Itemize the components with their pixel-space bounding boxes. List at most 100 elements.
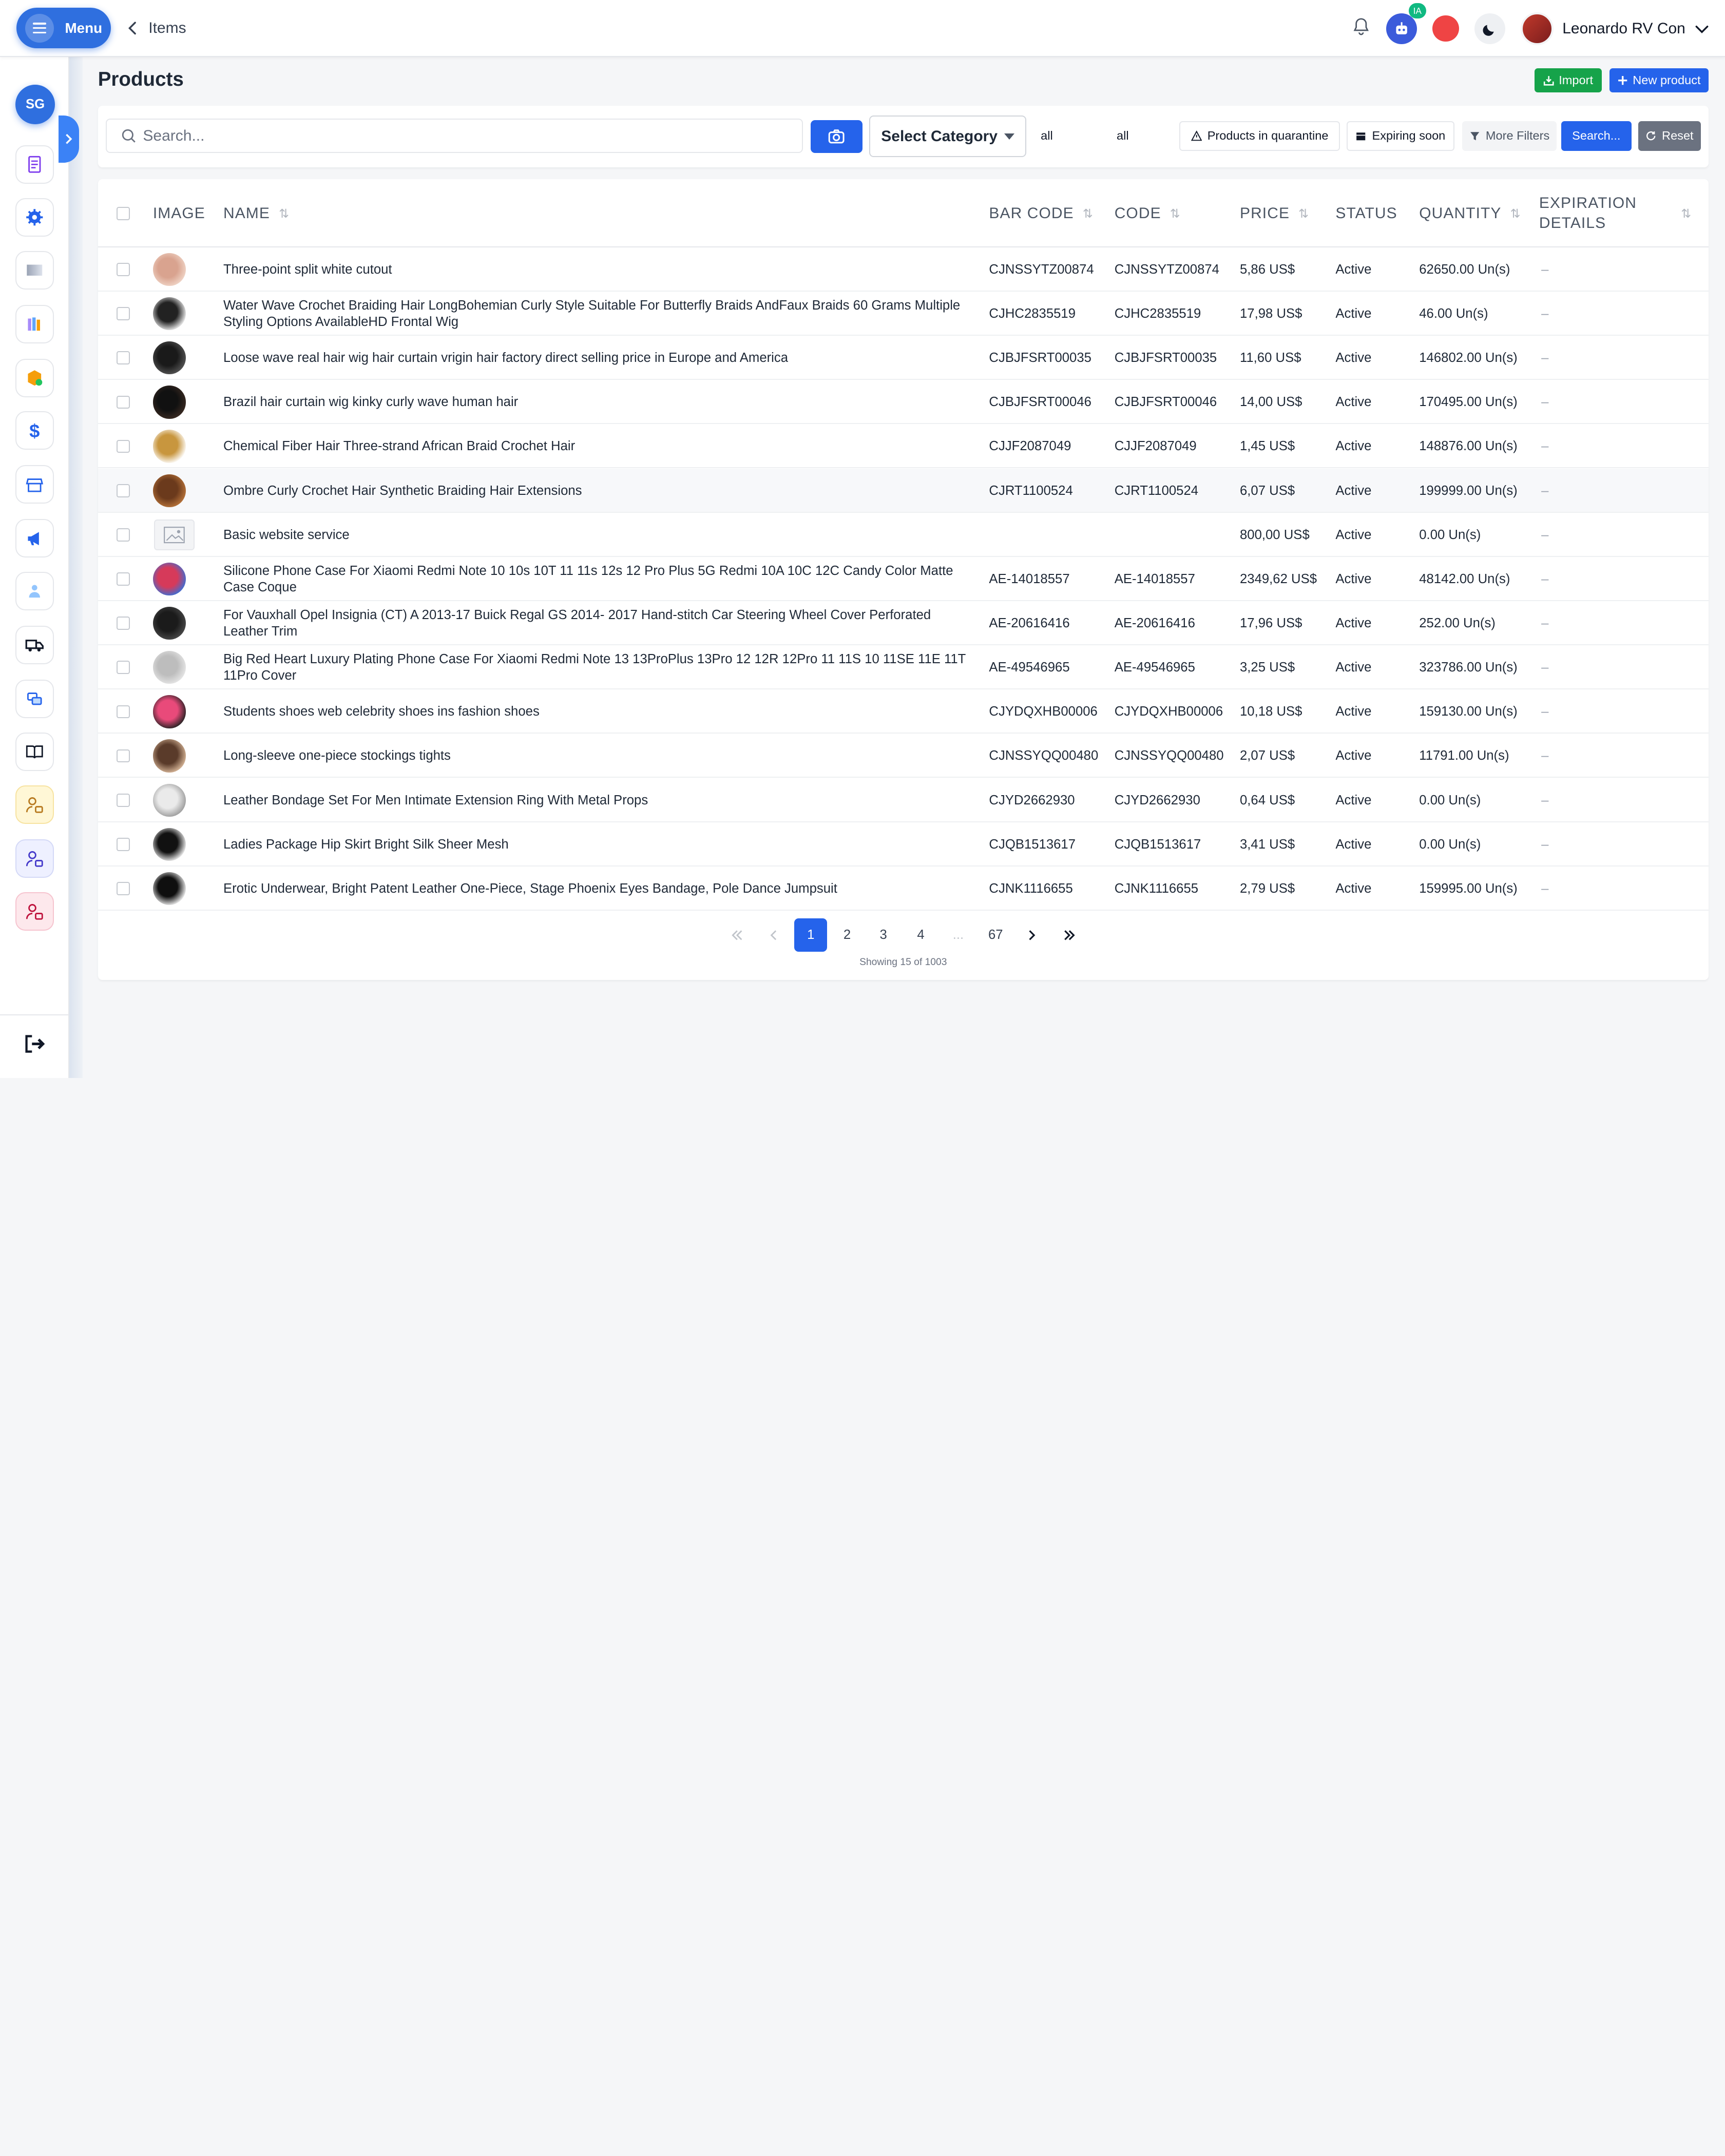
col-expiration-sort[interactable]: ⇅	[1681, 179, 1692, 247]
filter-all-1[interactable]: all	[1041, 129, 1053, 143]
back-link[interactable]: Items	[126, 20, 186, 37]
product-thumbnail[interactable]	[152, 651, 186, 684]
import-button[interactable]: Import	[1535, 68, 1602, 92]
product-thumbnail[interactable]	[152, 386, 186, 419]
table-row[interactable]: Long-sleeve one-piece stockings tights CJ…	[98, 734, 1709, 778]
product-thumbnail[interactable]	[152, 562, 186, 596]
filter-all-2[interactable]: all	[1117, 129, 1129, 143]
product-name[interactable]: Chemical Fiber Hair Three-strand African…	[223, 425, 971, 469]
select-all-checkbox[interactable]	[117, 206, 130, 220]
row-checkbox[interactable]	[117, 395, 130, 409]
product-thumbnail[interactable]	[152, 739, 186, 773]
product-name[interactable]: Water Wave Crochet Braiding Hair LongBoh…	[223, 292, 971, 336]
table-row[interactable]: Loose wave real hair wig hair curtain vr…	[98, 336, 1709, 380]
row-checkbox[interactable]	[117, 484, 130, 497]
sidebar-item-store[interactable]	[15, 465, 54, 504]
row-checkbox[interactable]	[117, 705, 130, 719]
product-thumbnail[interactable]	[152, 430, 186, 463]
sidebar-item-messages[interactable]	[15, 680, 54, 719]
table-row[interactable]: Brazil hair curtain wig kinky curly wave…	[98, 380, 1709, 425]
table-row[interactable]: Ombre Curly Crochet Hair Synthetic Braid…	[98, 468, 1709, 513]
product-name[interactable]: Ladies Package Hip Skirt Bright Silk She…	[223, 822, 971, 867]
sidebar-item-team[interactable]	[15, 572, 54, 611]
product-name[interactable]: Long-sleeve one-piece stockings tights	[223, 734, 971, 778]
table-row[interactable]: Basic website service 800,00 US$ Active 0.0…	[98, 513, 1709, 557]
page-button-1[interactable]: 1	[794, 918, 828, 952]
row-checkbox[interactable]	[117, 439, 130, 453]
table-row[interactable]: Leather Bondage Set For Men Intimate Ext…	[98, 778, 1709, 822]
menu-button[interactable]: Menu	[16, 8, 111, 49]
category-select[interactable]: Select Category	[869, 115, 1027, 158]
sidebar-item-invoices[interactable]	[15, 145, 54, 184]
product-name[interactable]: Leather Bondage Set For Men Intimate Ext…	[223, 778, 971, 822]
row-checkbox[interactable]	[117, 837, 130, 851]
table-row[interactable]: Ladies Package Hip Skirt Bright Silk She…	[98, 822, 1709, 867]
product-thumbnail[interactable]	[152, 606, 186, 640]
row-checkbox[interactable]	[117, 617, 130, 630]
col-expiration[interactable]: EXPIRATION DETAILS	[1539, 179, 1637, 247]
product-name[interactable]: Basic website service	[223, 513, 971, 557]
image-search-button[interactable]	[811, 120, 862, 153]
product-name[interactable]: Students shoes web celebrity shoes ins f…	[223, 690, 971, 734]
page-button-2[interactable]: 2	[831, 918, 864, 951]
product-thumbnail[interactable]	[152, 783, 186, 817]
product-thumbnail[interactable]	[152, 341, 186, 375]
sidebar-item-users-roles[interactable]	[15, 839, 54, 878]
table-row[interactable]: Three-point split white cutout CJNSSYTZ00…	[98, 247, 1709, 292]
col-quantity[interactable]: QUANTITY ⇅	[1419, 179, 1521, 247]
product-name[interactable]: Brazil hair curtain wig kinky curly wave…	[223, 380, 971, 425]
user-menu[interactable]: Leonardo RV Con	[1520, 12, 1710, 45]
quarantine-filter-button[interactable]: Products in quarantine	[1179, 121, 1340, 151]
dark-mode-toggle[interactable]	[1474, 13, 1505, 44]
col-price[interactable]: PRICE ⇅	[1240, 179, 1309, 247]
next-page-button[interactable]	[1015, 918, 1048, 951]
ai-assistant-button[interactable]: IA	[1386, 3, 1426, 44]
prev-page-button[interactable]	[757, 918, 790, 951]
sidebar-item-users-permissions[interactable]	[15, 892, 54, 931]
table-row[interactable]: Erotic Underwear, Bright Patent Leather …	[98, 867, 1709, 911]
product-thumbnail[interactable]	[152, 695, 186, 728]
row-checkbox[interactable]	[117, 572, 130, 586]
table-row[interactable]: Big Red Heart Luxury Plating Phone Case …	[98, 645, 1709, 690]
product-thumbnail[interactable]	[152, 253, 186, 286]
page-button-3[interactable]: 3	[867, 918, 900, 951]
sidebar-item-shipping[interactable]	[15, 626, 54, 665]
col-code[interactable]: CODE ⇅	[1115, 179, 1181, 247]
more-filters-button[interactable]: More Filters	[1462, 121, 1557, 151]
table-row[interactable]: Chemical Fiber Hair Three-strand African…	[98, 425, 1709, 469]
row-checkbox[interactable]	[117, 263, 130, 276]
sidebar-item-inventory[interactable]	[15, 358, 54, 397]
table-row[interactable]: Silicone Phone Case For Xiaomi Redmi Not…	[98, 557, 1709, 601]
sidebar-item-catalog[interactable]	[15, 304, 54, 343]
search-box[interactable]	[105, 119, 803, 153]
table-row[interactable]: For Vauxhall Opel Insignia (CT) A 2013-1…	[98, 601, 1709, 645]
logout-button[interactable]	[22, 1032, 46, 1061]
product-name[interactable]: For Vauxhall Opel Insignia (CT) A 2013-1…	[223, 601, 971, 645]
page-button-67[interactable]: 67	[979, 918, 1012, 951]
row-checkbox[interactable]	[117, 882, 130, 895]
reset-button[interactable]: Reset	[1638, 121, 1701, 151]
sidebar-item-media[interactable]	[15, 251, 54, 290]
row-checkbox[interactable]	[117, 351, 130, 365]
product-name[interactable]: Loose wave real hair wig hair curtain vr…	[223, 336, 971, 380]
sidebar-item-docs[interactable]	[15, 733, 54, 772]
product-name[interactable]: Silicone Phone Case For Xiaomi Redmi Not…	[223, 557, 971, 601]
col-name[interactable]: NAME ⇅	[223, 179, 290, 247]
table-row[interactable]: Students shoes web celebrity shoes ins f…	[98, 690, 1709, 734]
last-page-button[interactable]	[1053, 918, 1086, 951]
search-button[interactable]: Search...	[1561, 121, 1632, 151]
sidebar-item-marketing[interactable]	[15, 519, 54, 558]
record-status-indicator[interactable]	[1432, 15, 1459, 42]
row-checkbox[interactable]	[117, 307, 130, 320]
sidebar-item-finance[interactable]: $	[15, 411, 54, 450]
sidebar-item-users-admin[interactable]	[15, 785, 54, 824]
sidebar-item-settings[interactable]	[15, 198, 54, 237]
row-checkbox[interactable]	[117, 661, 130, 675]
product-thumbnail[interactable]	[152, 827, 186, 861]
product-thumbnail[interactable]	[152, 474, 186, 507]
first-page-button[interactable]	[721, 918, 754, 951]
product-thumbnail[interactable]	[152, 297, 186, 331]
new-product-button[interactable]: New product	[1609, 68, 1709, 92]
product-name[interactable]: Erotic Underwear, Bright Patent Leather …	[223, 867, 971, 911]
search-input[interactable]	[143, 127, 759, 145]
